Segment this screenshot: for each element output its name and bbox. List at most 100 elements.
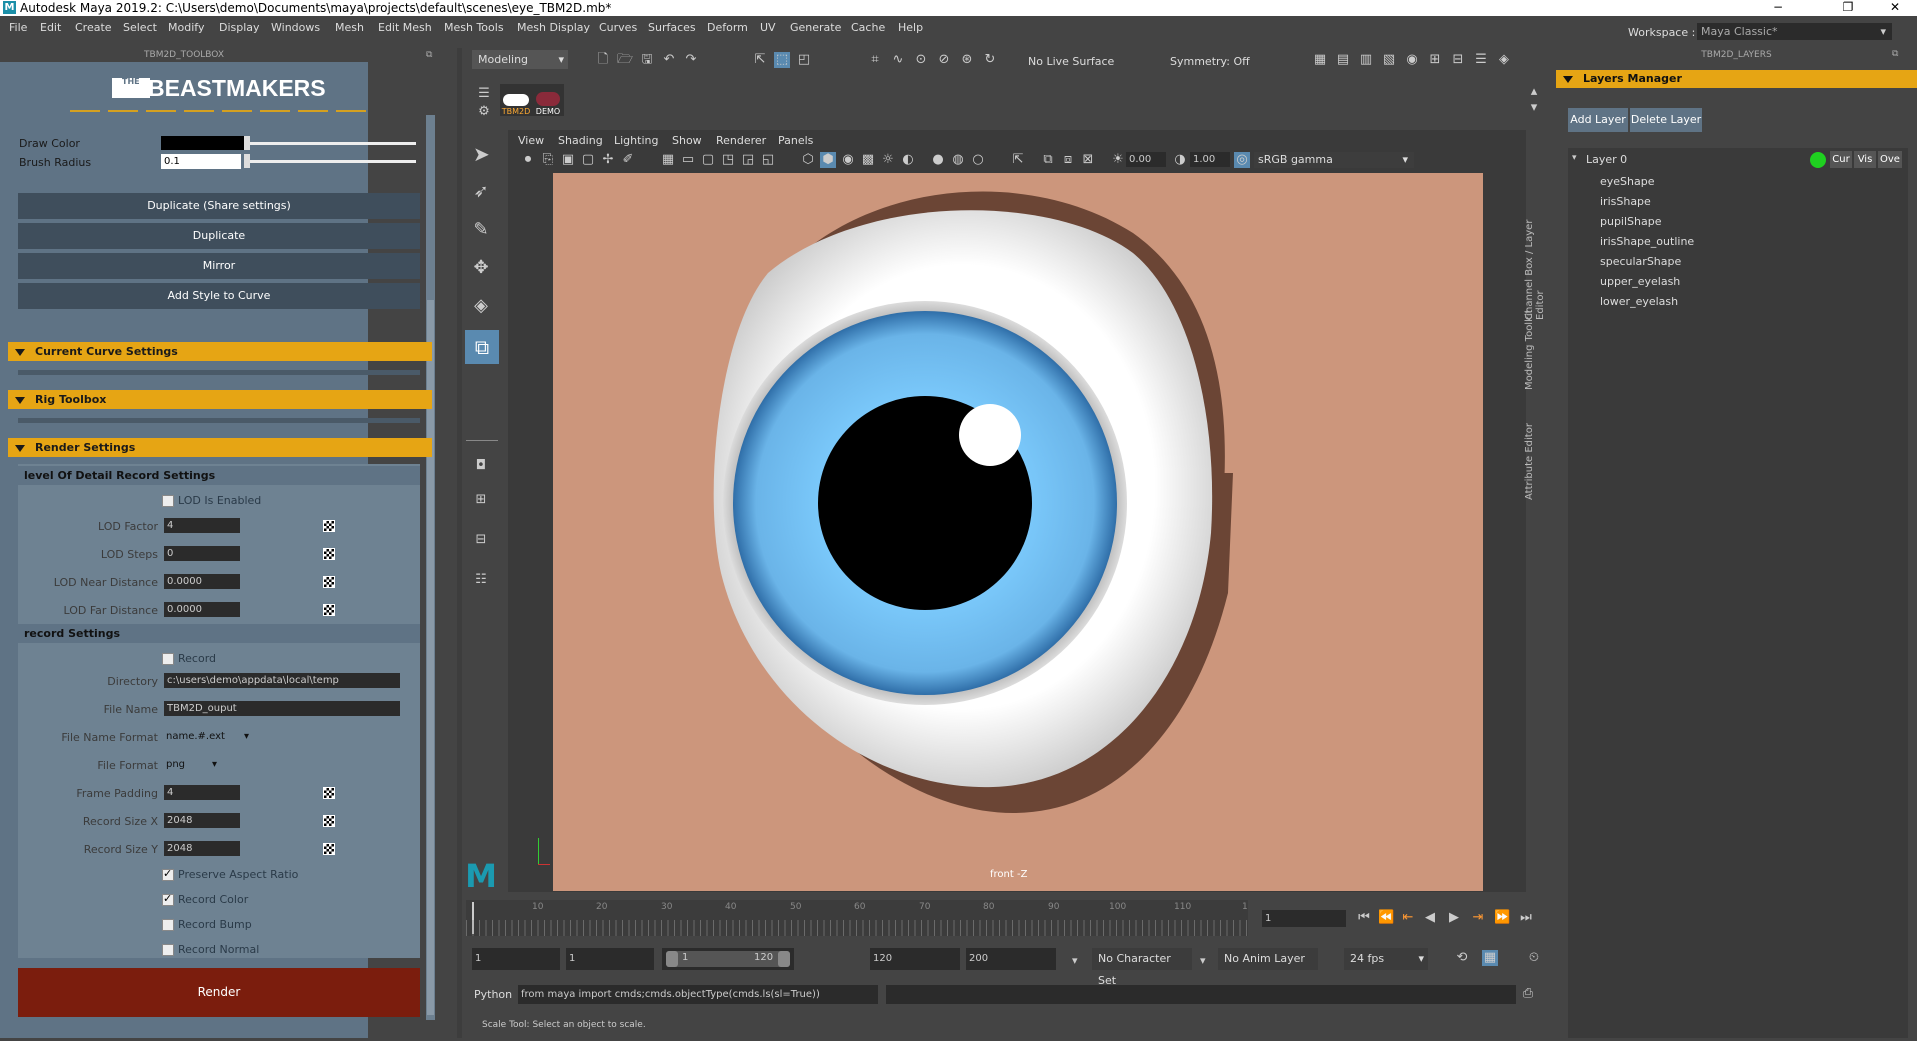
gamma-icon[interactable]: ◑	[1172, 152, 1188, 168]
grid-icon[interactable]: ▦	[660, 152, 676, 168]
range-slider[interactable]: 1 120	[662, 948, 794, 970]
brush-radius-slider[interactable]	[250, 160, 416, 163]
xray-joints-icon[interactable]: ⧈	[1060, 152, 1076, 168]
scale-tool-icon[interactable]: ⧉	[465, 330, 499, 364]
panel-menu-renderer[interactable]: Renderer	[716, 134, 766, 147]
menu-file[interactable]: File	[9, 21, 27, 34]
anim-prefs-icon[interactable]: ⏲	[1526, 950, 1542, 966]
symmetry-label[interactable]: Symmetry: Off	[1170, 55, 1250, 68]
redo-icon[interactable]: ↷	[683, 52, 699, 68]
play-forwards-icon[interactable]: ▶	[1446, 910, 1462, 926]
gate-mask-icon[interactable]: ◳	[720, 152, 736, 168]
gamma-input[interactable]: 1.00	[1190, 152, 1230, 167]
layer-item-lower-eyelash[interactable]: lower_eyelash	[1600, 295, 1678, 308]
tool-settings-icon[interactable]: ⊟	[1450, 52, 1466, 68]
shelf-settings-icon[interactable]: ⚙	[476, 104, 492, 120]
ipr-render-icon[interactable]: ▥	[1358, 52, 1374, 68]
step-back-frame-icon[interactable]: ⇤	[1400, 910, 1416, 926]
collapse-triangle-icon[interactable]: ▾	[1572, 153, 1577, 163]
live-surface-label[interactable]: No Live Surface	[1028, 55, 1114, 68]
lod-steps-input[interactable]: 0	[164, 546, 240, 561]
shelf-scroll-down-icon[interactable]: ▾	[1526, 100, 1542, 116]
menu-cache[interactable]: Cache	[851, 21, 885, 34]
menu-create[interactable]: Create	[75, 21, 112, 34]
render-current-icon[interactable]: ▤	[1335, 52, 1351, 68]
snap-view-icon[interactable]: ⊘	[936, 52, 952, 68]
motion-blur-icon[interactable]: ◍	[950, 152, 966, 168]
menu-mesh-display[interactable]: Mesh Display	[517, 21, 590, 34]
select-tool-icon[interactable]: ➤	[473, 144, 490, 164]
menu-uv[interactable]: UV	[760, 21, 776, 34]
lights-icon[interactable]: ☼	[880, 152, 896, 168]
record-normal-checkbox[interactable]	[162, 944, 174, 956]
keyframe-icon[interactable]	[323, 815, 335, 827]
add-style-to-curve-button[interactable]: Add Style to Curve	[18, 283, 420, 309]
menu-surfaces[interactable]: Surfaces	[648, 21, 696, 34]
lod-far-input[interactable]: 0.0000	[164, 602, 240, 617]
select-component-icon[interactable]: ◰	[796, 52, 812, 68]
anti-aliasing-icon[interactable]: ○	[970, 152, 986, 168]
keyframe-icon[interactable]	[323, 576, 335, 588]
open-scene-icon[interactable]: 🗁	[617, 52, 633, 68]
brush-radius-input[interactable]: 0.1	[161, 154, 241, 169]
file-name-input[interactable]: TBM2D_ouput	[164, 701, 400, 716]
snap-surface-icon[interactable]: ⊛	[959, 52, 975, 68]
anim-layer-dropdown[interactable]: No Anim Layer	[1218, 948, 1318, 970]
keyframe-icon[interactable]	[323, 520, 335, 532]
character-set-chevron-icon[interactable]: ▾	[1072, 954, 1078, 967]
color-management-icon[interactable]: ◎	[1234, 152, 1250, 168]
command-input[interactable]: from maya import cmds;cmds.objectType(cm…	[518, 985, 878, 1004]
lod-enabled-checkbox[interactable]	[162, 495, 174, 507]
minimize-button[interactable]: −	[1758, 0, 1798, 16]
range-end-input[interactable]: 200	[966, 948, 1056, 970]
attribute-icon[interactable]: ⊞	[1427, 52, 1443, 68]
single-view-icon[interactable]: ◘	[473, 458, 489, 474]
layer-item-specularshape[interactable]: specularShape	[1600, 255, 1681, 268]
panel-menu-shading[interactable]: Shading	[558, 134, 603, 147]
frame-padding-input[interactable]: 4	[164, 785, 240, 800]
bookmark-icon[interactable]: ▣	[560, 152, 576, 168]
menu-modify[interactable]: Modify	[168, 21, 204, 34]
resolution-gate-icon[interactable]: ▢	[700, 152, 716, 168]
wireframe-icon[interactable]: ⬡	[800, 152, 816, 168]
play-backwards-icon[interactable]: ◀	[1422, 910, 1438, 926]
keyframe-icon[interactable]	[323, 604, 335, 616]
step-back-key-icon[interactable]: ⏪	[1378, 910, 1394, 926]
step-forward-frame-icon[interactable]: ⇥	[1470, 910, 1486, 926]
grease-pencil-icon[interactable]: ✐	[620, 152, 636, 168]
auto-key-icon[interactable]: ▦	[1482, 950, 1498, 966]
image-plane-icon[interactable]: ▢	[580, 152, 596, 168]
ambient-occlusion-icon[interactable]: ●	[930, 152, 946, 168]
layer-override-button[interactable]: Ove	[1878, 151, 1902, 168]
render-view-icon[interactable]: ▦	[1312, 52, 1328, 68]
draw-color-slider-handle[interactable]	[244, 136, 250, 150]
restore-button[interactable]: ❐	[1828, 0, 1868, 16]
duplicate-share-settings-button[interactable]: Duplicate (Share settings)	[18, 193, 420, 219]
isolate-select-icon[interactable]: ⇱	[1010, 152, 1026, 168]
layer-item-eyeshape[interactable]: eyeShape	[1600, 175, 1655, 188]
file-format-dropdown[interactable]: png ▾	[164, 756, 226, 773]
keyframe-icon[interactable]	[323, 548, 335, 560]
exposure-input[interactable]: 0.00	[1126, 152, 1166, 167]
color-space-dropdown[interactable]: sRGB gamma ▾	[1254, 152, 1414, 168]
menu-curves[interactable]: Curves	[599, 21, 637, 34]
channel-box-icon[interactable]: ☰	[1473, 52, 1489, 68]
current-frame-input[interactable]: 1	[1262, 910, 1346, 927]
script-editor-icon[interactable]: ⎙	[1520, 986, 1536, 1002]
smooth-shade-icon[interactable]: ⬢	[820, 152, 836, 168]
menu-edit-mesh[interactable]: Edit Mesh	[378, 21, 432, 34]
range-start-input[interactable]: 1	[472, 948, 560, 970]
draw-color-slider[interactable]	[250, 142, 416, 145]
undo-icon[interactable]: ↶	[661, 52, 677, 68]
snap-point-icon[interactable]: ⊙	[913, 52, 929, 68]
render-button[interactable]: Render	[18, 968, 420, 1017]
layer-editor-icon[interactable]: ◈	[1496, 52, 1512, 68]
go-to-start-icon[interactable]: ⏮	[1356, 910, 1372, 926]
layer-visibility-button[interactable]: Vis	[1854, 151, 1876, 168]
menu-generate[interactable]: Generate	[790, 21, 841, 34]
select-object-icon[interactable]: ⬚	[774, 52, 790, 68]
playback-end-input[interactable]: 120	[870, 948, 960, 970]
hypershade-icon[interactable]: ◉	[1404, 52, 1420, 68]
go-to-end-icon[interactable]: ⏭	[1518, 910, 1534, 926]
directory-input[interactable]: c:\users\demo\appdata\local\temp	[164, 673, 400, 688]
